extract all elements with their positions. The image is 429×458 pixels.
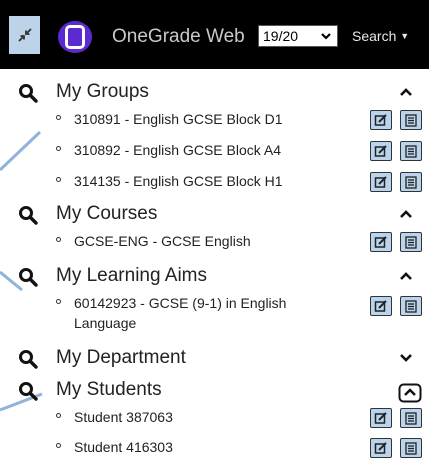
magnifier-icon[interactable] <box>18 205 38 230</box>
chevron-up-icon[interactable] <box>398 207 414 225</box>
edit-button[interactable] <box>370 141 392 161</box>
section-header-groups[interactable]: My Groups <box>0 79 429 107</box>
list-item[interactable]: 314135 - English GCSE Block H1 <box>0 171 429 192</box>
section-title: My Learning Aims <box>56 265 208 286</box>
search-dropdown[interactable]: Search ▼ <box>352 28 409 44</box>
list-item-label[interactable]: 60142923 - GCSE (9-1) in English Languag… <box>74 293 334 333</box>
edit-button[interactable] <box>370 296 392 316</box>
search-label: Search <box>352 28 397 44</box>
list-item-label[interactable]: Student 387063 <box>74 407 334 427</box>
section-header-courses[interactable]: My Courses <box>0 201 429 229</box>
edit-button[interactable] <box>370 438 392 458</box>
list-item[interactable]: Student 416303 <box>0 437 429 458</box>
magnifier-icon[interactable] <box>18 83 38 108</box>
bullet-icon <box>56 115 61 120</box>
magnifier-icon[interactable] <box>18 267 38 292</box>
chevron-up-icon[interactable] <box>398 85 414 103</box>
term-value: 19/20 <box>263 28 299 44</box>
edit-button[interactable] <box>370 172 392 192</box>
list-item-label[interactable]: GCSE-ENG - GCSE English <box>74 231 334 251</box>
magnifier-icon[interactable] <box>18 381 38 406</box>
list-item-label[interactable]: Student 416303 <box>74 437 334 457</box>
list-button[interactable] <box>400 232 422 252</box>
list-item[interactable]: Student 387063 <box>0 407 429 428</box>
chevron-up-box-icon[interactable] <box>398 383 422 408</box>
edit-button[interactable] <box>370 232 392 252</box>
section-title: My Students <box>56 379 162 400</box>
section-title: My Courses <box>56 203 158 224</box>
top-navbar: OneGrade Web 19/20 Search ▼ <box>0 0 429 69</box>
list-item-label[interactable]: 310891 - English GCSE Block D1 <box>74 109 334 129</box>
section-header-aims[interactable]: My Learning Aims <box>0 263 429 291</box>
chevron-down-icon <box>321 33 331 40</box>
list-button[interactable] <box>400 172 422 192</box>
term-select[interactable]: 19/20 <box>258 25 338 47</box>
list-button[interactable] <box>400 110 422 130</box>
bullet-icon <box>56 443 61 448</box>
chevron-down-icon[interactable] <box>398 351 414 369</box>
chevron-up-icon[interactable] <box>398 269 414 287</box>
section-header-department[interactable]: My Department <box>0 345 429 373</box>
app-title: OneGrade Web <box>112 26 245 47</box>
list-button[interactable] <box>400 438 422 458</box>
caret-down-icon: ▼ <box>400 31 410 41</box>
section-title: My Groups <box>56 81 149 102</box>
edit-button[interactable] <box>370 110 392 130</box>
section-header-students[interactable]: My Students <box>0 377 429 405</box>
magnifier-icon[interactable] <box>18 349 38 374</box>
list-item[interactable]: 310892 - English GCSE Block A4 <box>0 140 429 161</box>
section-title: My Department <box>56 347 186 368</box>
list-item-label[interactable]: 314135 - English GCSE Block H1 <box>74 171 334 191</box>
bullet-icon <box>56 237 61 242</box>
edit-button[interactable] <box>370 408 392 428</box>
collapse-arrows-icon[interactable] <box>9 16 40 54</box>
bullet-icon <box>56 299 61 304</box>
bullet-icon <box>56 177 61 182</box>
list-button[interactable] <box>400 141 422 161</box>
bullet-icon <box>56 146 61 151</box>
onegrade-logo[interactable] <box>58 21 92 53</box>
list-item-label[interactable]: 310892 - English GCSE Block A4 <box>74 140 334 160</box>
bullet-icon <box>56 413 61 418</box>
list-item[interactable]: 60142923 - GCSE (9-1) in English Languag… <box>0 293 429 335</box>
list-item[interactable]: GCSE-ENG - GCSE English <box>0 231 429 252</box>
list-button[interactable] <box>400 408 422 428</box>
menu-panel: My Groups 310891 - English GCSE Block D1 3… <box>0 69 429 458</box>
list-button[interactable] <box>400 296 422 316</box>
list-item[interactable]: 310891 - English GCSE Block D1 <box>0 109 429 130</box>
